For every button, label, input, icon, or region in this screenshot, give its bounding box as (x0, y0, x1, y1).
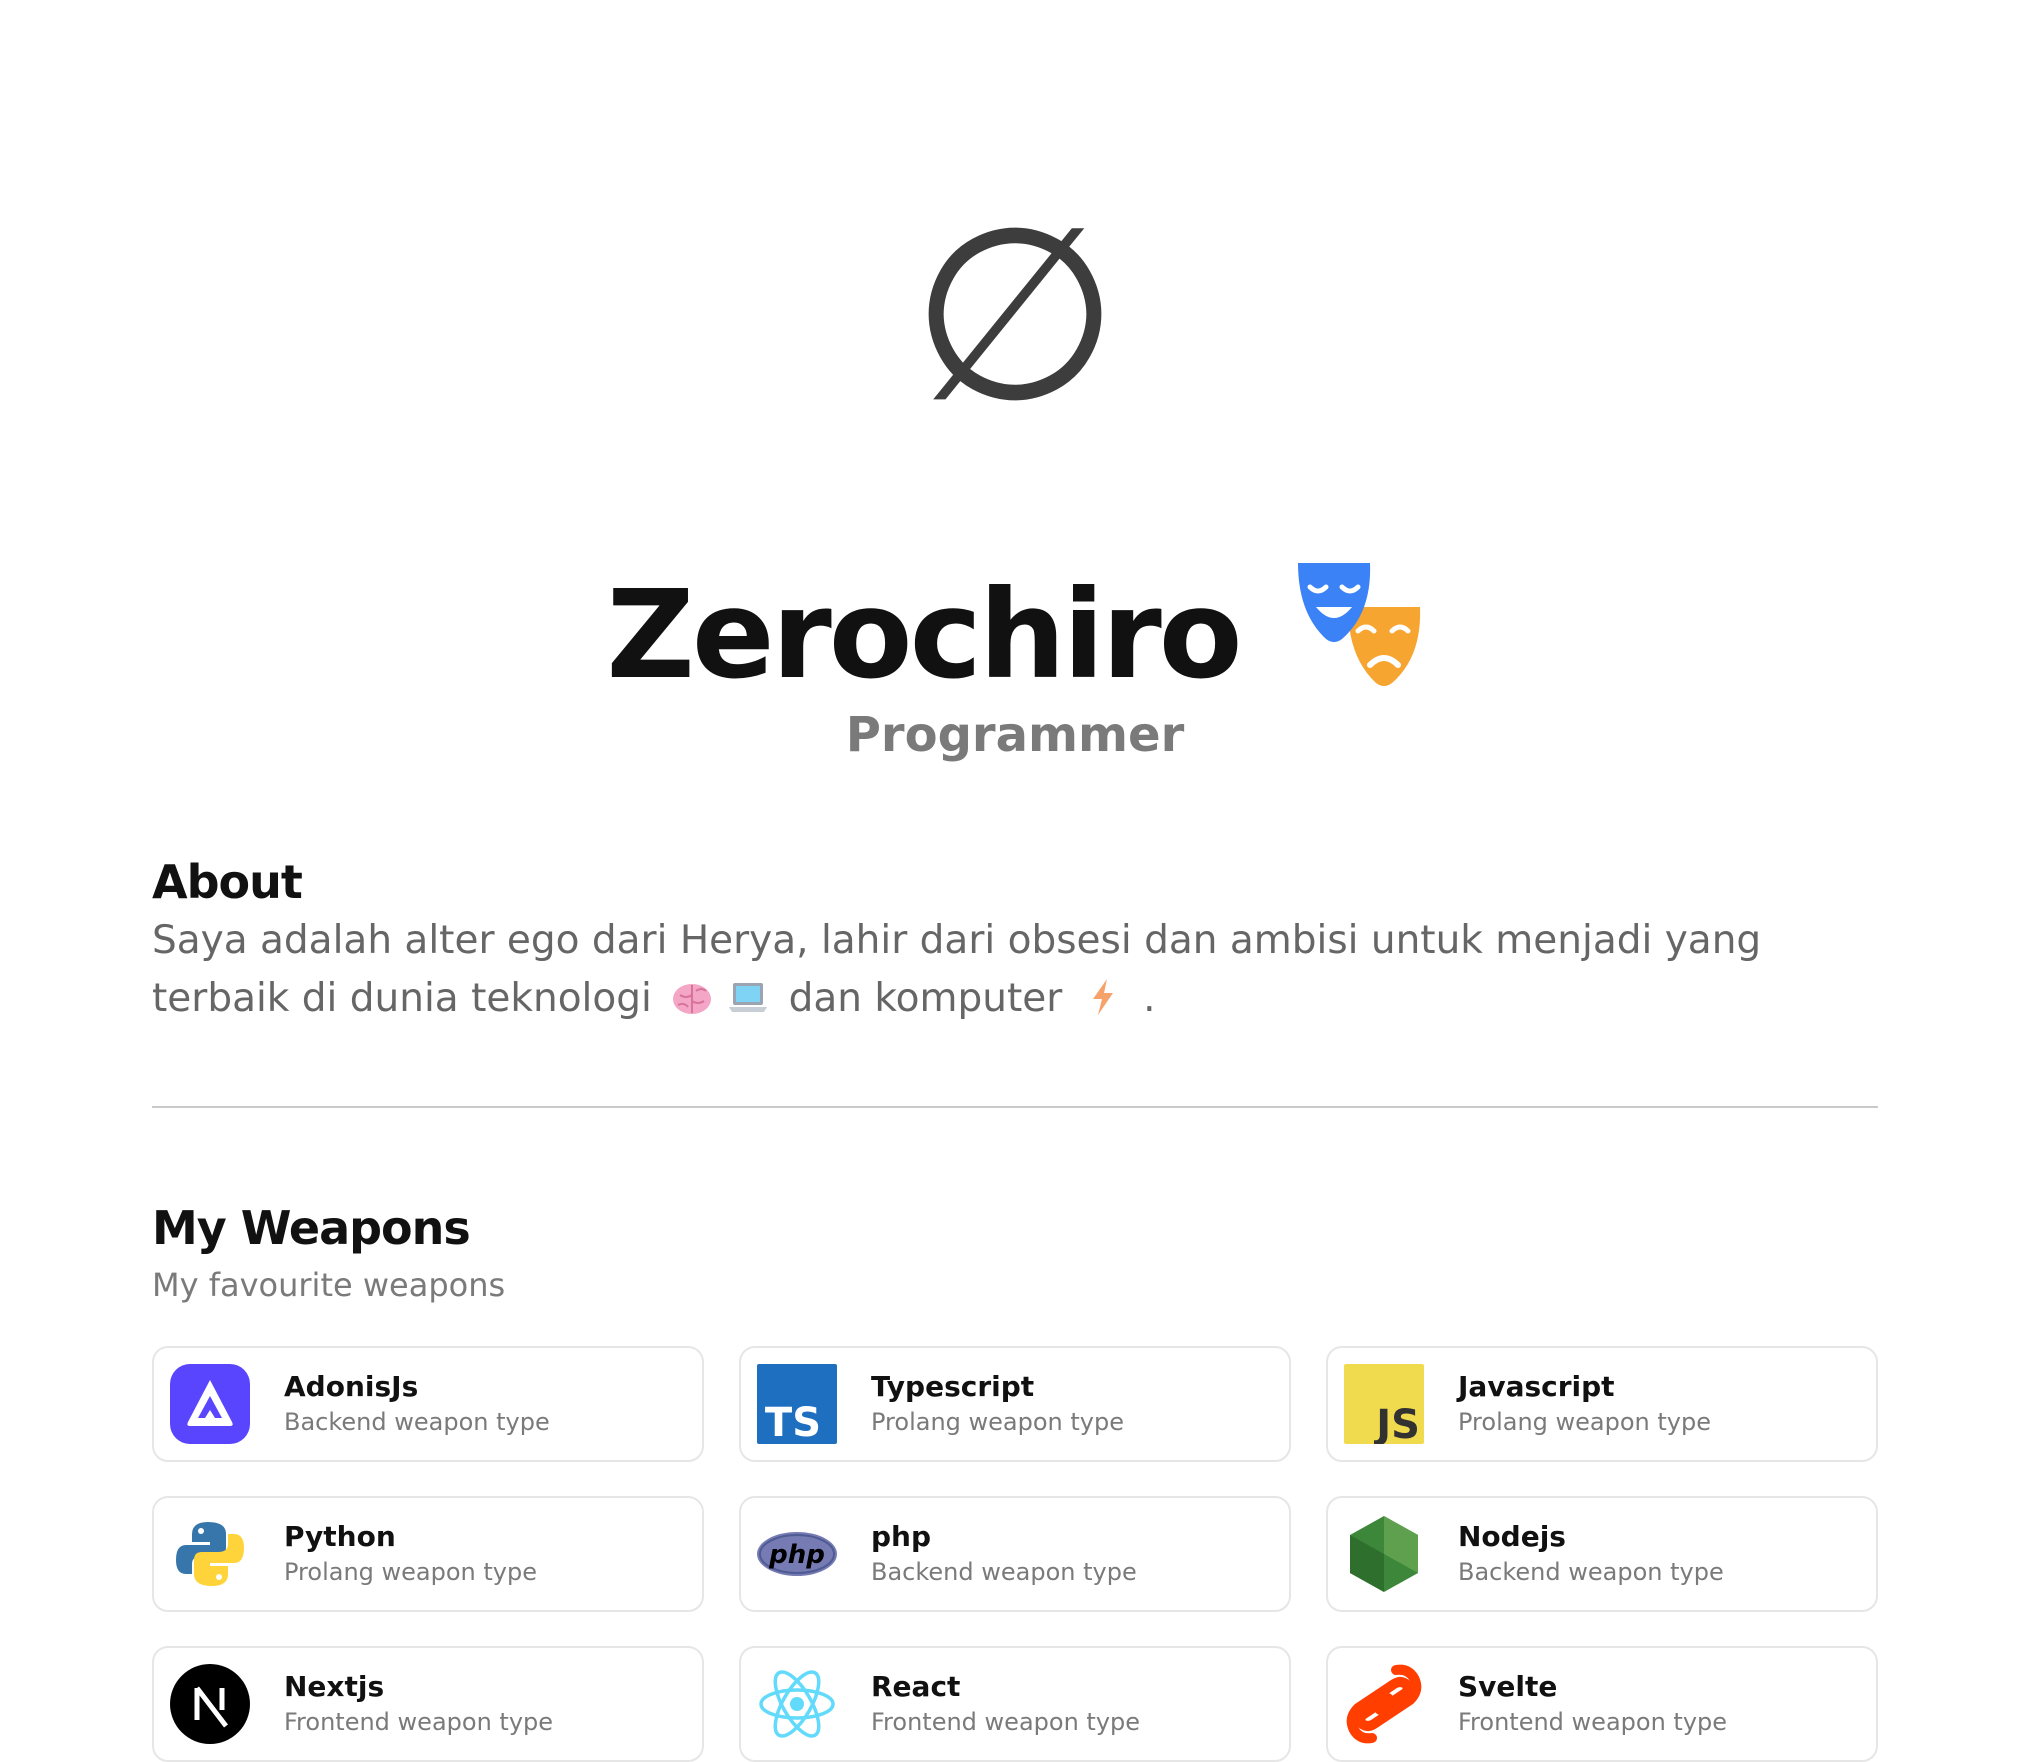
weapon-name: AdonisJs (284, 1370, 419, 1403)
divider (152, 1106, 1878, 1108)
weapon-name: Python (284, 1520, 396, 1553)
weapon-card-nodejs[interactable]: Nodejs Backend weapon type (1326, 1496, 1878, 1612)
weapon-name: Nodejs (1458, 1520, 1566, 1553)
about-heading: About (152, 855, 303, 909)
about-text: Saya adalah alter ego dari Herya, lahir … (152, 912, 1878, 1028)
page: ∅ Zerochiro Programmer About Saya adalah… (152, 0, 1878, 1762)
weapon-card-python[interactable]: Python Prolang weapon type (152, 1496, 704, 1612)
hero-title-row: Zerochiro (152, 560, 1878, 710)
about-text-part2: dan komputer (788, 976, 1063, 1021)
weapon-name: Svelte (1458, 1670, 1558, 1703)
logo-glyph: ∅ (910, 175, 1120, 455)
weapon-card-react[interactable]: React Frontend weapon type (739, 1646, 1291, 1762)
weapon-type: Frontend weapon type (1458, 1708, 1728, 1736)
weapon-card-svelte[interactable]: Svelte Frontend weapon type (1326, 1646, 1878, 1762)
weapon-card-javascript[interactable]: JS Javascript Prolang weapon type (1326, 1346, 1878, 1462)
react-icon (757, 1664, 837, 1744)
nextjs-icon (170, 1664, 250, 1744)
php-icon: php (757, 1514, 837, 1594)
page-title: Zerochiro (606, 564, 1242, 706)
weapons-subtitle: My favourite weapons (152, 1266, 506, 1304)
weapon-type: Backend weapon type (1458, 1558, 1724, 1586)
logo: ∅ (152, 175, 1878, 455)
performing-arts-masks-icon (1297, 563, 1420, 686)
weapons-heading: My Weapons (152, 1201, 471, 1255)
weapon-name: Javascript (1458, 1370, 1615, 1403)
svg-text:php: php (768, 1540, 825, 1570)
weapon-card-typescript[interactable]: TS Typescript Prolang weapon type (739, 1346, 1291, 1462)
weapon-type: Prolang weapon type (284, 1558, 537, 1586)
weapon-type: Prolang weapon type (871, 1408, 1124, 1436)
weapon-type: Backend weapon type (284, 1408, 550, 1436)
hero-subtitle: Programmer (845, 707, 1185, 763)
weapon-type: Frontend weapon type (871, 1708, 1141, 1736)
weapon-card-nextjs[interactable]: Nextjs Frontend weapon type (152, 1646, 704, 1762)
weapon-name: Nextjs (284, 1670, 385, 1703)
weapon-name: php (871, 1520, 932, 1553)
weapon-card-php[interactable]: php php Backend weapon type (739, 1496, 1291, 1612)
brain-icon (673, 984, 712, 1014)
python-icon (170, 1514, 250, 1594)
weapon-type: Backend weapon type (871, 1558, 1137, 1586)
nodejs-icon (1344, 1514, 1424, 1594)
javascript-icon: JS (1344, 1364, 1424, 1444)
typescript-icon: TS (757, 1364, 837, 1444)
adonisjs-icon (170, 1364, 250, 1444)
svg-text:TS: TS (765, 1400, 821, 1444)
weapons-grid: AdonisJs Backend weapon type TS Typescri… (152, 1346, 1878, 1762)
weapon-type: Prolang weapon type (1458, 1408, 1711, 1436)
weapon-name: Typescript (871, 1370, 1035, 1403)
weapon-name: React (871, 1670, 961, 1703)
svelte-icon (1344, 1664, 1424, 1744)
about-text-part3: . (1143, 976, 1156, 1021)
weapon-card-adonisjs[interactable]: AdonisJs Backend weapon type (152, 1346, 704, 1462)
svg-text:JS: JS (1373, 1402, 1420, 1444)
laptop-icon (729, 983, 768, 1012)
lightning-icon (1092, 979, 1113, 1015)
weapon-type: Frontend weapon type (284, 1708, 554, 1736)
